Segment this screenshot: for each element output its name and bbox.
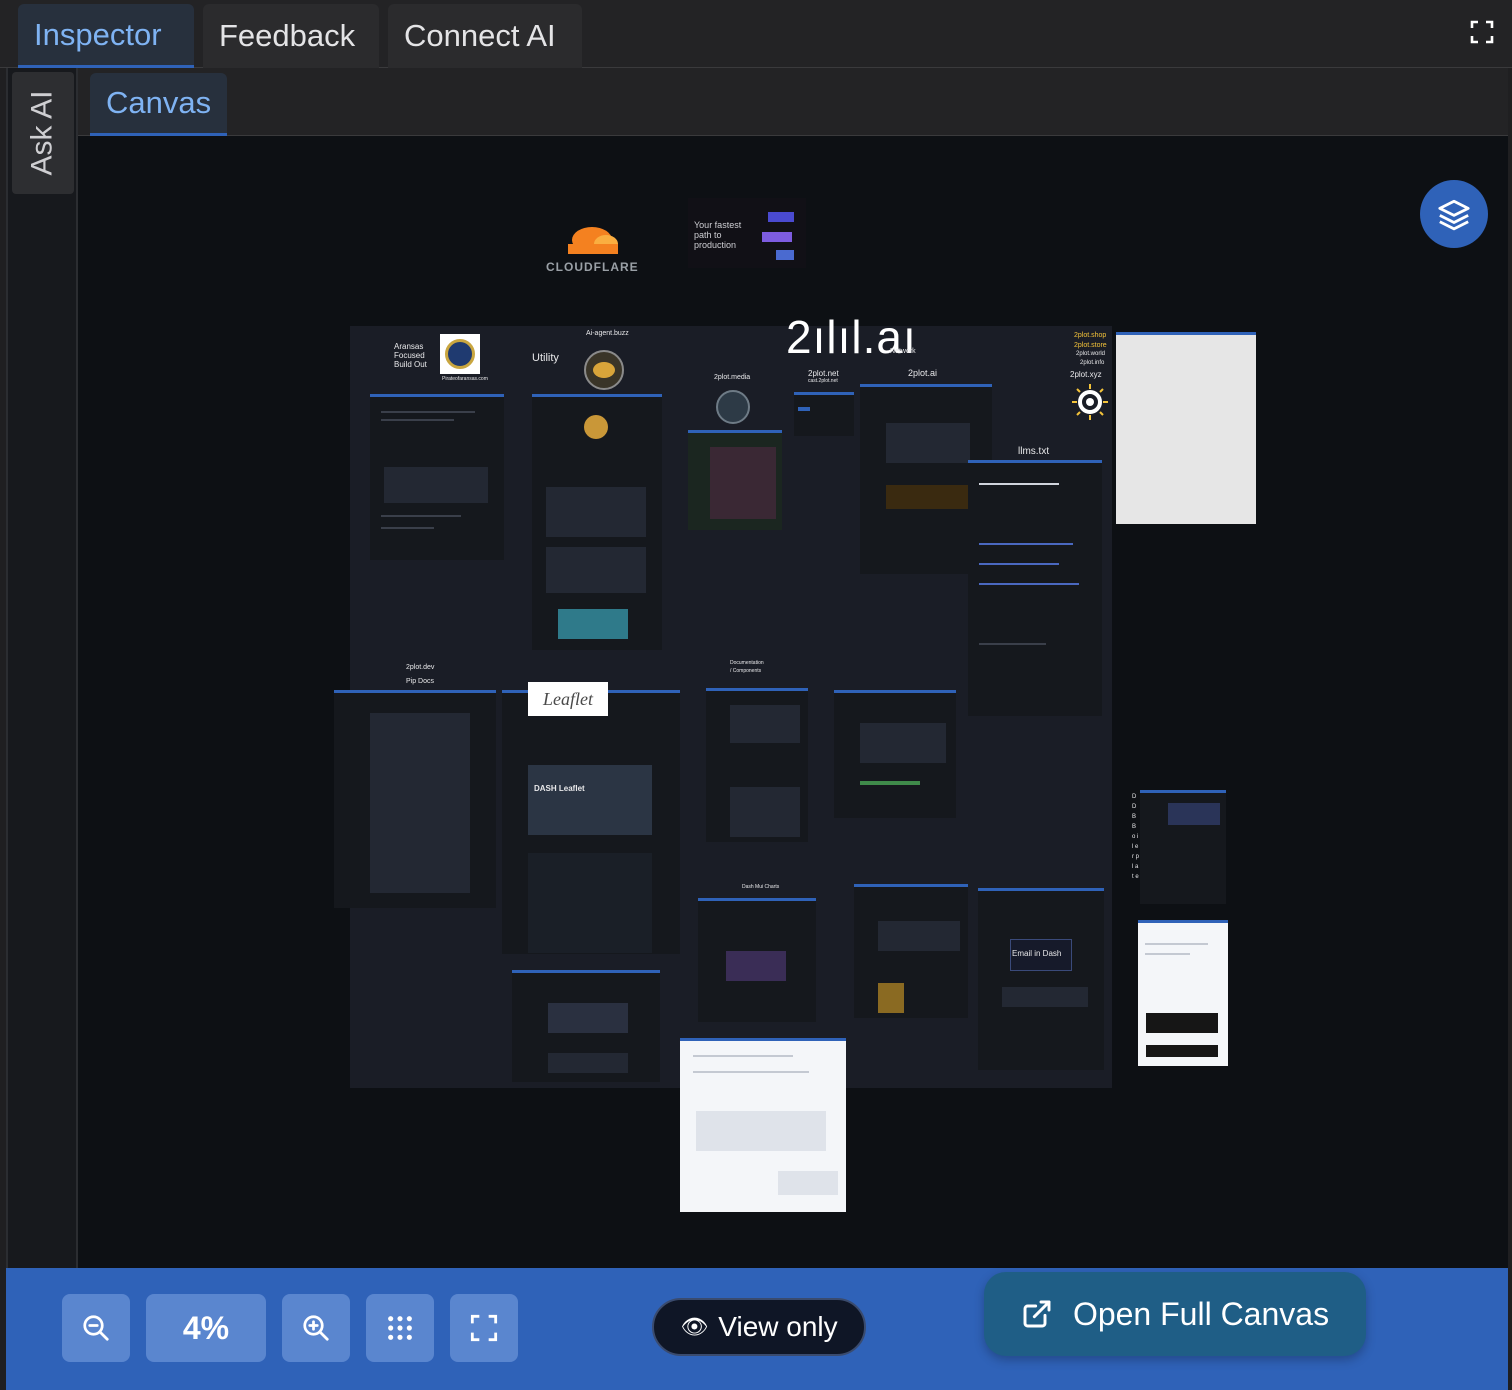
canvas-label: llms.txt bbox=[1018, 446, 1050, 457]
vertical-label: D D B B o i l e r p l a t e bbox=[1132, 794, 1140, 880]
page-thumbnail[interactable] bbox=[512, 970, 660, 1082]
canvas-label: / Components bbox=[730, 668, 762, 674]
brand-logo: 2ılıl.aı bbox=[786, 311, 917, 363]
top-tab-bar: Inspector Feedback Connect AI bbox=[0, 0, 1512, 68]
canvas-label: Utility bbox=[532, 352, 559, 364]
page-thumbnail[interactable] bbox=[698, 898, 816, 1022]
tab-inspector[interactable]: Inspector bbox=[18, 4, 194, 68]
page-thumbnail[interactable]: Email in Dash bbox=[978, 888, 1104, 1070]
zoom-out-icon bbox=[83, 1315, 109, 1341]
page-thumbnail[interactable] bbox=[334, 690, 496, 908]
cloudflare-logo: CLOUDFLARE bbox=[544, 220, 638, 276]
external-link-icon bbox=[1023, 1300, 1051, 1328]
media-badge-icon bbox=[716, 390, 750, 424]
page-thumbnail[interactable] bbox=[680, 1038, 846, 1212]
blank-page-thumbnail[interactable] bbox=[1116, 332, 1256, 524]
layers-icon[interactable] bbox=[1420, 180, 1488, 248]
sub-tab-bar: Canvas bbox=[78, 68, 1508, 136]
domain-label: 2plot.store bbox=[1074, 342, 1107, 349]
canvas-label: Documentation bbox=[730, 660, 764, 666]
canvas-toolbar: 4% 👁 View only Open Full Canvas bbox=[6, 1268, 1508, 1390]
tab-feedback[interactable]: Feedback bbox=[203, 4, 379, 68]
canvas-label: Pirateofaransas.com bbox=[442, 376, 488, 382]
zoom-in-icon bbox=[303, 1315, 329, 1341]
page-thumbnail[interactable] bbox=[688, 430, 782, 530]
canvas-label: 2plot.dev bbox=[406, 664, 435, 671]
canvas-label: Ai-agent.buzz bbox=[586, 330, 629, 337]
page-thumbnail[interactable] bbox=[854, 884, 968, 1018]
page-thumbnail[interactable] bbox=[1140, 790, 1226, 904]
open-full-canvas-button[interactable]: Open Full Canvas bbox=[984, 1272, 1366, 1356]
leaflet-logo: Leaflet bbox=[528, 682, 608, 716]
canvas-label: 2plot.net bbox=[808, 369, 839, 378]
page-thumbnail[interactable] bbox=[1138, 920, 1228, 1066]
tab-connect-ai[interactable]: Connect AI bbox=[388, 4, 582, 68]
canvas-label: Network bbox=[890, 348, 916, 355]
render-line: path to bbox=[694, 230, 722, 240]
canvas-label: 2plot.xyz bbox=[1070, 370, 1102, 379]
tab-canvas[interactable]: Canvas bbox=[90, 73, 228, 136]
eye-icon: 👁 bbox=[680, 1314, 709, 1339]
grid-toggle-button[interactable] bbox=[366, 1294, 434, 1362]
ask-ai-rail: Ask AI bbox=[6, 68, 78, 1268]
page-thumbnail[interactable] bbox=[794, 392, 854, 436]
canvas-label: Focused bbox=[394, 351, 425, 360]
canvas-label: 2plot.ai bbox=[908, 368, 938, 378]
canvas-label: cast.2plot.net bbox=[808, 378, 838, 384]
expand-icon[interactable] bbox=[1470, 20, 1494, 44]
canvas-label: Pip Docs bbox=[406, 678, 435, 685]
render-card: Your fastest path to production bbox=[688, 198, 806, 268]
canvas-viewport[interactable]: CLOUDFLARE Your fastest path to producti… bbox=[78, 136, 1508, 1268]
zoom-in-button[interactable] bbox=[282, 1294, 350, 1362]
open-full-canvas-label: Open Full Canvas bbox=[1072, 1295, 1330, 1332]
canvas-label: 2plot.media bbox=[714, 374, 751, 381]
canvas-label: Aransas bbox=[394, 342, 424, 351]
domain-label: 2plot.shop bbox=[1074, 332, 1107, 339]
canvas-label: DASH Leaflet bbox=[534, 784, 585, 793]
render-line: Your fastest bbox=[694, 220, 742, 230]
cloudflare-wordmark: CLOUDFLARE bbox=[546, 260, 639, 274]
view-only-label: View only bbox=[718, 1311, 838, 1342]
zoom-out-button[interactable] bbox=[62, 1294, 130, 1362]
ai-agent-badge-icon bbox=[584, 350, 624, 390]
page-thumbnail[interactable] bbox=[968, 460, 1102, 716]
view-only-badge[interactable]: 👁 View only bbox=[652, 1298, 866, 1356]
ask-ai-tab[interactable]: Ask AI bbox=[12, 72, 74, 194]
render-line: production bbox=[694, 240, 737, 250]
page-thumbnail[interactable] bbox=[370, 394, 504, 560]
fit-screen-icon bbox=[470, 1314, 498, 1342]
zoom-level: 4% bbox=[182, 1309, 230, 1346]
page-thumbnail[interactable] bbox=[706, 688, 808, 842]
canvas-board: Aransas Focused Build Out Pirateofaransa… bbox=[334, 311, 1112, 1088]
page-thumbnail[interactable] bbox=[502, 690, 680, 954]
canvas-label: Dash Mui Charts bbox=[742, 884, 780, 890]
domain-label: 2plot.world bbox=[1076, 351, 1106, 357]
domain-label: 2plot.info bbox=[1080, 360, 1105, 366]
sun-logo-icon bbox=[1068, 384, 1112, 420]
page-thumbnail[interactable] bbox=[834, 690, 956, 818]
canvas-label: Email in Dash bbox=[1012, 949, 1062, 958]
page-thumbnail[interactable] bbox=[532, 394, 662, 650]
grid-icon bbox=[388, 1316, 412, 1340]
app-root: Inspector Feedback Connect AI Ask AI Can… bbox=[0, 0, 1512, 1390]
fit-screen-button[interactable] bbox=[450, 1294, 518, 1362]
canvas-label: Build Out bbox=[394, 360, 427, 369]
zoom-level-display[interactable]: 4% bbox=[146, 1294, 266, 1362]
aransas-seal-icon bbox=[440, 334, 480, 374]
